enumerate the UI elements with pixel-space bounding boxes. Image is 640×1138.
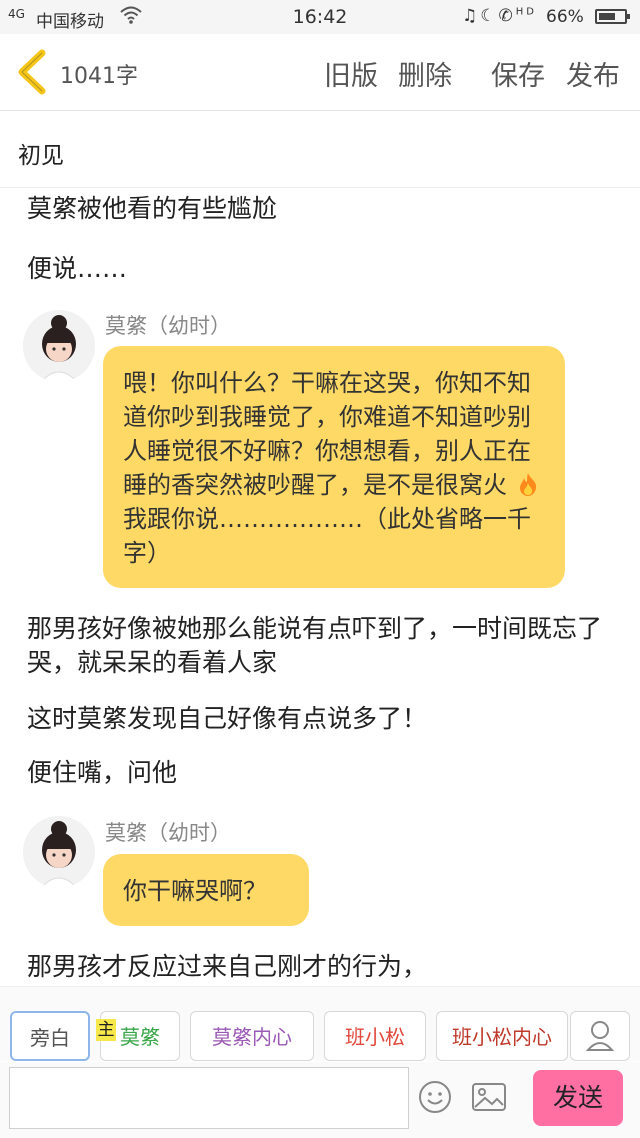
back-button[interactable] [12,49,52,95]
status-bar: 4G 中国移动 16:42 ♫☾✆HD 66% [0,0,640,34]
status-icons: ♫☾✆HD [462,6,537,26]
chapter-title-bar[interactable]: 初见 [0,111,640,188]
headset-icon: ♫ [462,6,481,26]
child-avatar-icon [23,310,95,382]
role-chip-ban-xiaosong[interactable]: 班小松 [324,1011,426,1061]
hd-label: HD [515,6,537,18]
avatar [23,310,95,382]
role-chip-mo-qi-inner[interactable]: 莫綮内心 [190,1011,314,1061]
dialog-bubble[interactable]: 喂！你叫什么？干嘛在这哭，你知不知道你吵到我睡觉了，你难道不知道吵别人睡觉很不好… [103,346,565,588]
back-arrow-icon [18,49,46,95]
publish-button[interactable]: 发布 [566,54,620,93]
clock: 16:42 [292,6,348,28]
avatar [23,816,95,888]
manage-roles-button[interactable] [570,1011,630,1061]
dialog-text: 我跟你说………………（此处省略一千字） [123,505,531,567]
chapter-title: 初见 [18,143,64,169]
dialog-bubble[interactable]: 你干嘛哭啊？ [103,854,309,926]
input-bar: 发送 [0,1062,640,1138]
message-input[interactable] [9,1067,409,1129]
battery-fill [599,13,615,20]
send-button[interactable]: 发送 [533,1070,623,1126]
phone-icon: ✆ [498,6,516,26]
old-version-button[interactable]: 旧版 [324,54,378,93]
narration-paragraph: 那男孩好像被她那么能说有点吓到了，一时间既忘了哭，就呆呆的看着人家 [27,614,603,677]
save-button[interactable]: 保存 [491,54,545,93]
fire-emoji-icon [507,471,541,499]
battery-percent: 66% [546,7,584,27]
narration-paragraph: 这时莫綮发现自己好像有点说多了！ [27,704,428,733]
insert-image-button[interactable] [470,1080,508,1114]
speaker-name: 莫綮（幼时） [105,821,231,845]
narration-paragraph: 那男孩才反应过来自己刚才的行为， [27,952,428,981]
main-character-badge: 主 [96,1019,116,1041]
narration-paragraph: 便住嘴，问他 [27,758,178,787]
smiley-icon [419,1081,451,1113]
emoji-button[interactable] [418,1080,452,1114]
story-content[interactable]: 莫綮被他看的有些尴尬 便说…… 莫綮（幼时） 喂！你叫什么？干嘛在这哭，你知不知… [0,188,640,986]
image-icon [472,1083,506,1111]
person-icon [585,1021,615,1051]
role-chip-narrator[interactable]: 旁白 [10,1011,90,1061]
dialog-text: 喂！你叫什么？干嘛在这哭，你知不知道你吵到我睡觉了，你难道不知道吵别人睡觉很不好… [123,369,531,499]
role-chip-ban-xiaosong-inner[interactable]: 班小松内心 [436,1011,568,1061]
speaker-name: 莫綮（幼时） [105,314,231,338]
delete-button[interactable]: 删除 [398,54,452,93]
battery-icon [595,9,630,24]
narration-paragraph: 莫綮被他看的有些尴尬 [27,194,278,223]
moon-icon: ☾ [480,6,499,26]
narration-paragraph: 便说…… [27,254,128,283]
dialog-text: 你干嘛哭啊？ [123,877,267,905]
editor-header: 1041字 旧版 删除 保存 发布 [0,34,640,111]
word-count: 1041字 [60,64,138,89]
child-avatar-icon [23,816,95,888]
